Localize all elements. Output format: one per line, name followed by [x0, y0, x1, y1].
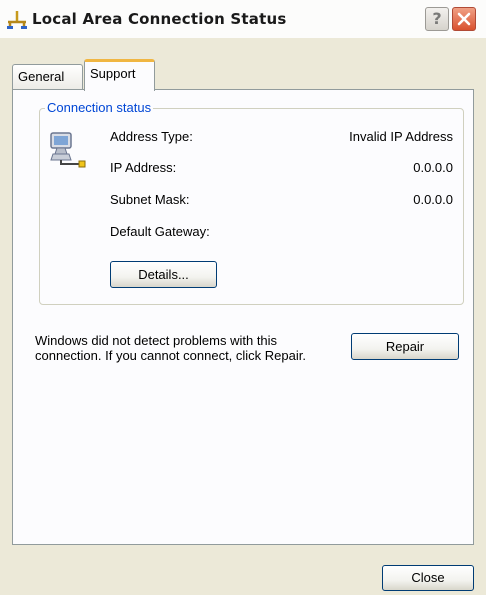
repair-message: Windows did not detect problems with thi… [35, 333, 306, 363]
tab-support[interactable]: Support [84, 59, 155, 91]
close-button[interactable]: Close [382, 565, 474, 591]
address-type-value: Invalid IP Address [349, 129, 453, 144]
network-connection-icon [7, 11, 27, 29]
group-label: Connection status [45, 100, 154, 116]
tab-support-label: Support [90, 66, 136, 81]
tab-general-label: General [18, 69, 65, 84]
close-icon [457, 12, 471, 26]
repair-button[interactable]: Repair [351, 333, 459, 360]
subnet-mask-value: 0.0.0.0 [413, 192, 453, 207]
default-gateway-label: Default Gateway: [110, 224, 210, 239]
repair-button-label: Repair [385, 339, 425, 354]
ip-address-label: IP Address: [110, 160, 177, 175]
help-button[interactable]: ? [425, 7, 449, 31]
details-button[interactable]: Details... [110, 261, 217, 288]
window-title: Local Area Connection Status [32, 10, 287, 28]
ip-address-value: 0.0.0.0 [413, 160, 453, 175]
tab-general[interactable]: General [12, 64, 83, 90]
subnet-mask-label: Subnet Mask: [110, 192, 190, 207]
address-type-label: Address Type: [110, 129, 193, 144]
title-bar[interactable]: Local Area Connection Status ? [0, 0, 486, 38]
dialog-window: Local Area Connection Status ? General S… [0, 0, 486, 595]
close-button-label: Close [411, 570, 445, 585]
details-button-label: Details... [138, 267, 189, 282]
support-tab-panel: Connection status Address Type: Invalid … [12, 89, 474, 545]
network-computer-icon [50, 132, 86, 168]
connection-status-group: Connection status Address Type: Invalid … [39, 100, 464, 305]
help-icon: ? [432, 9, 442, 28]
title-close-button[interactable] [452, 7, 476, 31]
